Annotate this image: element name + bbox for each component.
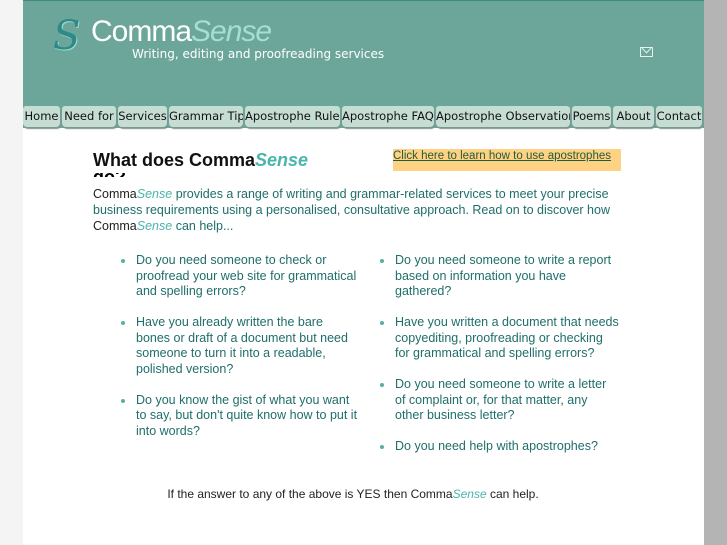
apostrophe-link[interactable]: Click here to learn how to use apostroph…	[393, 150, 611, 162]
main-content: What does CommaSense do? Click here to l…	[23, 128, 704, 545]
tab-apostrophe-rules[interactable]: Apostrophe Rules	[245, 106, 340, 127]
page-margin-right	[704, 0, 727, 545]
tab-apostrophe-observations[interactable]: Apostrophe Observations	[436, 106, 570, 127]
logo-word-sense: Sense	[191, 15, 272, 48]
list-item: Do you need someone to write a report ba…	[379, 253, 619, 300]
list-item: Have you already written the bare bones …	[120, 315, 360, 377]
tab-contact[interactable]: Contact	[656, 106, 702, 127]
tab-need-for[interactable]: Need for	[62, 106, 116, 127]
list-item: Have you written a document that needs c…	[379, 315, 619, 362]
main-nav: Home Need for Services Grammar Tips Apos…	[23, 106, 704, 128]
tab-services[interactable]: Services	[118, 106, 167, 127]
promo-box: Click here to learn how to use apostroph…	[393, 149, 621, 171]
tab-apostrophe-faqs[interactable]: Apostrophe FAQs	[342, 106, 434, 127]
page-margin-left	[0, 0, 23, 545]
tab-grammar-tips[interactable]: Grammar Tips	[169, 106, 243, 127]
list-item: Do you need someone to write a letter of…	[379, 377, 619, 424]
list-item: Do you need someone to check or proofrea…	[120, 253, 360, 300]
page-title-overflow: do?	[93, 173, 333, 177]
logo-icon[interactable]: S	[53, 13, 80, 59]
question-list-left: Do you need someone to check or proofrea…	[120, 253, 360, 455]
closing-line: If the answer to any of the above is YES…	[167, 487, 539, 501]
tab-about[interactable]: About	[613, 106, 654, 127]
email-icon[interactable]	[640, 47, 653, 57]
list-item: Do you know the gist of what you want to…	[120, 393, 360, 440]
intro-paragraph: CommaSense provides a range of writing a…	[93, 187, 610, 233]
question-list-right: Do you need someone to write a report ba…	[379, 253, 619, 470]
list-item: Do you need help with apostrophes?	[379, 439, 619, 455]
page-title: What does CommaSense	[93, 150, 309, 170]
logo-word-comma: Comma	[91, 15, 192, 48]
tagline: Writing, editing and proofreading servic…	[132, 47, 385, 61]
tab-poems[interactable]: Poems	[572, 106, 611, 127]
tab-home[interactable]: Home	[23, 106, 60, 127]
logo-wordmark[interactable]: CommaSense	[91, 15, 272, 49]
